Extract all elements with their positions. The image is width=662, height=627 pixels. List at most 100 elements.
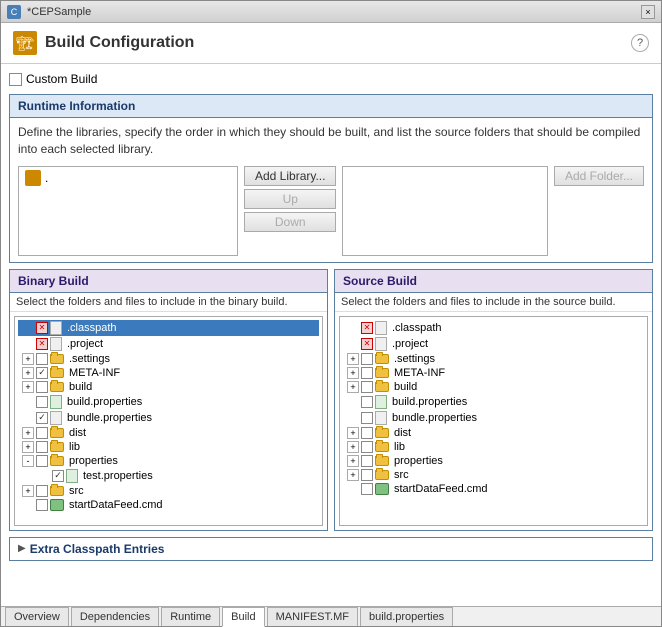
tab-runtime[interactable]: Runtime	[161, 607, 220, 626]
expand-button[interactable]: +	[347, 353, 359, 365]
custom-build-checkbox[interactable]	[9, 73, 22, 86]
folder-list[interactable]	[342, 166, 547, 256]
tree-item[interactable]: +.settings	[343, 352, 644, 366]
checkbox[interactable]	[36, 441, 48, 453]
tree-item-label: properties	[69, 455, 118, 467]
expand-button[interactable]: +	[347, 441, 359, 453]
checkbox[interactable]	[36, 412, 48, 424]
expand-button[interactable]: +	[22, 367, 34, 379]
expand-button[interactable]: +	[347, 469, 359, 481]
tree-item[interactable]: +build	[343, 380, 644, 394]
custom-build-row: Custom Build	[9, 70, 653, 88]
tree-item[interactable]: +lib	[18, 440, 319, 454]
checkbox[interactable]	[361, 353, 373, 365]
checkbox[interactable]	[361, 412, 373, 424]
checkbox[interactable]	[36, 485, 48, 497]
checkbox[interactable]	[52, 470, 64, 482]
folder-icon	[50, 368, 64, 378]
add-library-button[interactable]: Add Library...	[244, 166, 336, 186]
tree-item-label: bundle.properties	[67, 412, 152, 424]
tab-build[interactable]: Build	[222, 607, 264, 627]
tree-item[interactable]: startDataFeed.cmd	[18, 498, 319, 512]
x-mark[interactable]: ✕	[36, 322, 48, 334]
x-mark[interactable]: ✕	[361, 338, 373, 350]
checkbox[interactable]	[361, 455, 373, 467]
expand-button[interactable]: +	[22, 353, 34, 365]
tree-item[interactable]: build.properties	[18, 394, 319, 410]
checkbox[interactable]	[361, 483, 373, 495]
tree-item[interactable]: +src	[343, 468, 644, 482]
library-list[interactable]: .	[18, 166, 238, 256]
x-mark[interactable]: ✕	[361, 322, 373, 334]
checkbox[interactable]	[361, 441, 373, 453]
expand-button[interactable]: +	[22, 485, 34, 497]
checkbox[interactable]	[36, 396, 48, 408]
expand-button[interactable]: +	[347, 427, 359, 439]
file-prop-icon	[66, 469, 78, 483]
checkbox[interactable]	[361, 469, 373, 481]
source-build-tree[interactable]: ✕.classpath✕.project+.settings+META-INF+…	[339, 316, 648, 526]
tree-item[interactable]: + src	[18, 484, 319, 498]
tree-item[interactable]: bundle.properties	[18, 410, 319, 426]
tree-item[interactable]: - properties	[18, 454, 319, 468]
expand-button[interactable]: +	[347, 455, 359, 467]
checkbox[interactable]	[361, 396, 373, 408]
checkbox[interactable]	[361, 427, 373, 439]
x-mark[interactable]: ✕	[36, 338, 48, 350]
collapse-button[interactable]: -	[22, 455, 34, 467]
help-button[interactable]: ?	[631, 34, 649, 52]
checkbox[interactable]	[36, 381, 48, 393]
tree-item[interactable]: ✕.project	[343, 336, 644, 352]
tab-overview[interactable]: Overview	[5, 607, 69, 626]
tree-item[interactable]: + dist	[343, 426, 644, 440]
expand-button[interactable]: +	[22, 427, 34, 439]
tree-item[interactable]: +META-INF	[343, 366, 644, 380]
tree-item[interactable]: +lib	[343, 440, 644, 454]
tree-item[interactable]: +build	[18, 380, 319, 394]
library-item-label: .	[45, 171, 48, 185]
file-icon	[50, 411, 62, 425]
cmd-icon	[50, 499, 64, 511]
tree-item[interactable]: ✕.classpath	[343, 320, 644, 336]
tab-manifest-mf[interactable]: MANIFEST.MF	[267, 607, 358, 626]
tree-item[interactable]: +.settings	[18, 352, 319, 366]
extra-classpath-arrow: ▶	[18, 543, 26, 554]
tree-item[interactable]: ✕ .classpath	[18, 320, 319, 336]
close-button[interactable]: ×	[641, 5, 655, 19]
tree-item[interactable]: +META-INF	[18, 366, 319, 380]
tree-item[interactable]: +dist	[18, 426, 319, 440]
tree-item[interactable]: build.properties	[343, 394, 644, 410]
source-build-desc: Select the folders and files to include …	[335, 293, 652, 312]
expand-button[interactable]: +	[22, 381, 34, 393]
checkbox[interactable]	[36, 499, 48, 511]
file-prop-icon	[50, 395, 62, 409]
down-button[interactable]: Down	[244, 212, 336, 232]
checkbox[interactable]	[36, 353, 48, 365]
tree-item[interactable]: startDataFeed.cmd	[343, 482, 644, 496]
tree-item[interactable]: ✕.project	[18, 336, 319, 352]
checkbox[interactable]	[361, 381, 373, 393]
tree-item-label: .classpath	[67, 322, 117, 334]
expand-button[interactable]: +	[347, 381, 359, 393]
expand-button[interactable]: +	[22, 441, 34, 453]
tab-bar: OverviewDependenciesRuntimeBuildMANIFEST…	[1, 606, 661, 626]
tab-dependencies[interactable]: Dependencies	[71, 607, 159, 626]
checkbox[interactable]	[36, 367, 48, 379]
add-folder-button[interactable]: Add Folder...	[554, 166, 644, 186]
checkbox[interactable]	[361, 367, 373, 379]
tree-item-label: src	[69, 485, 84, 497]
file-icon	[375, 337, 387, 351]
tree-item[interactable]: +properties	[343, 454, 644, 468]
runtime-buttons: Add Library... Up Down	[244, 166, 336, 232]
extra-classpath-section[interactable]: ▶ Extra Classpath Entries	[9, 537, 653, 561]
checkbox[interactable]	[36, 427, 48, 439]
tree-item[interactable]: bundle.properties	[343, 410, 644, 426]
up-button[interactable]: Up	[244, 189, 336, 209]
expand-button[interactable]: +	[347, 367, 359, 379]
binary-build-tree[interactable]: ✕.classpath✕.project+.settings+META-INF+…	[14, 316, 323, 526]
tree-item-label: dist	[394, 427, 411, 439]
checkbox[interactable]	[36, 455, 48, 467]
tree-item[interactable]: test.properties	[18, 468, 319, 484]
tab-build-properties[interactable]: build.properties	[360, 607, 453, 626]
folder-icon	[375, 442, 389, 452]
